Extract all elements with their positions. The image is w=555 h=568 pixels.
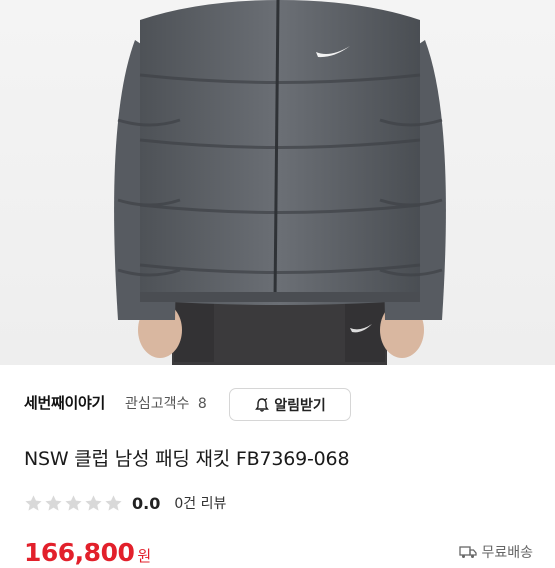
rating-score: 0.0 bbox=[132, 493, 161, 513]
price: 166,800 원 bbox=[24, 538, 151, 567]
star-rating bbox=[24, 494, 124, 513]
shipping-label: 무료배송 bbox=[481, 545, 533, 561]
followers-label: 관심고객수 bbox=[125, 396, 190, 412]
product-title: NSW 클럽 남성 패딩 재킷 FB7369-068 bbox=[24, 448, 350, 470]
followers-count: 8 bbox=[197, 396, 207, 412]
shipping-icon bbox=[459, 546, 478, 558]
star-icon bbox=[45, 494, 62, 511]
bell-icon bbox=[255, 397, 270, 412]
followers-info: 관심고객수 8 bbox=[125, 393, 207, 413]
jacket-illustration bbox=[114, 0, 446, 365]
product-image[interactable] bbox=[0, 0, 555, 365]
price-row: 166,800 원 무료배송 bbox=[24, 538, 555, 568]
review-count[interactable]: 0건 리뷰 bbox=[174, 493, 226, 513]
alarm-subscribe-button[interactable]: 알림받기 bbox=[229, 388, 351, 421]
store-info-row: 세번째이야기 관심고객수 8 알림받기 bbox=[24, 383, 535, 427]
star-icon bbox=[85, 494, 102, 511]
star-icon bbox=[25, 494, 42, 511]
star-icon bbox=[105, 494, 122, 511]
price-value: 166,800 bbox=[24, 538, 135, 567]
rating-row[interactable]: 0.0 0건 리뷰 bbox=[24, 492, 226, 514]
price-unit: 원 bbox=[137, 547, 151, 565]
star-icon bbox=[65, 494, 82, 511]
alarm-button-label: 알림받기 bbox=[274, 397, 326, 414]
store-name[interactable]: 세번째이야기 bbox=[24, 392, 105, 413]
shipping-info: 무료배송 bbox=[459, 542, 533, 562]
